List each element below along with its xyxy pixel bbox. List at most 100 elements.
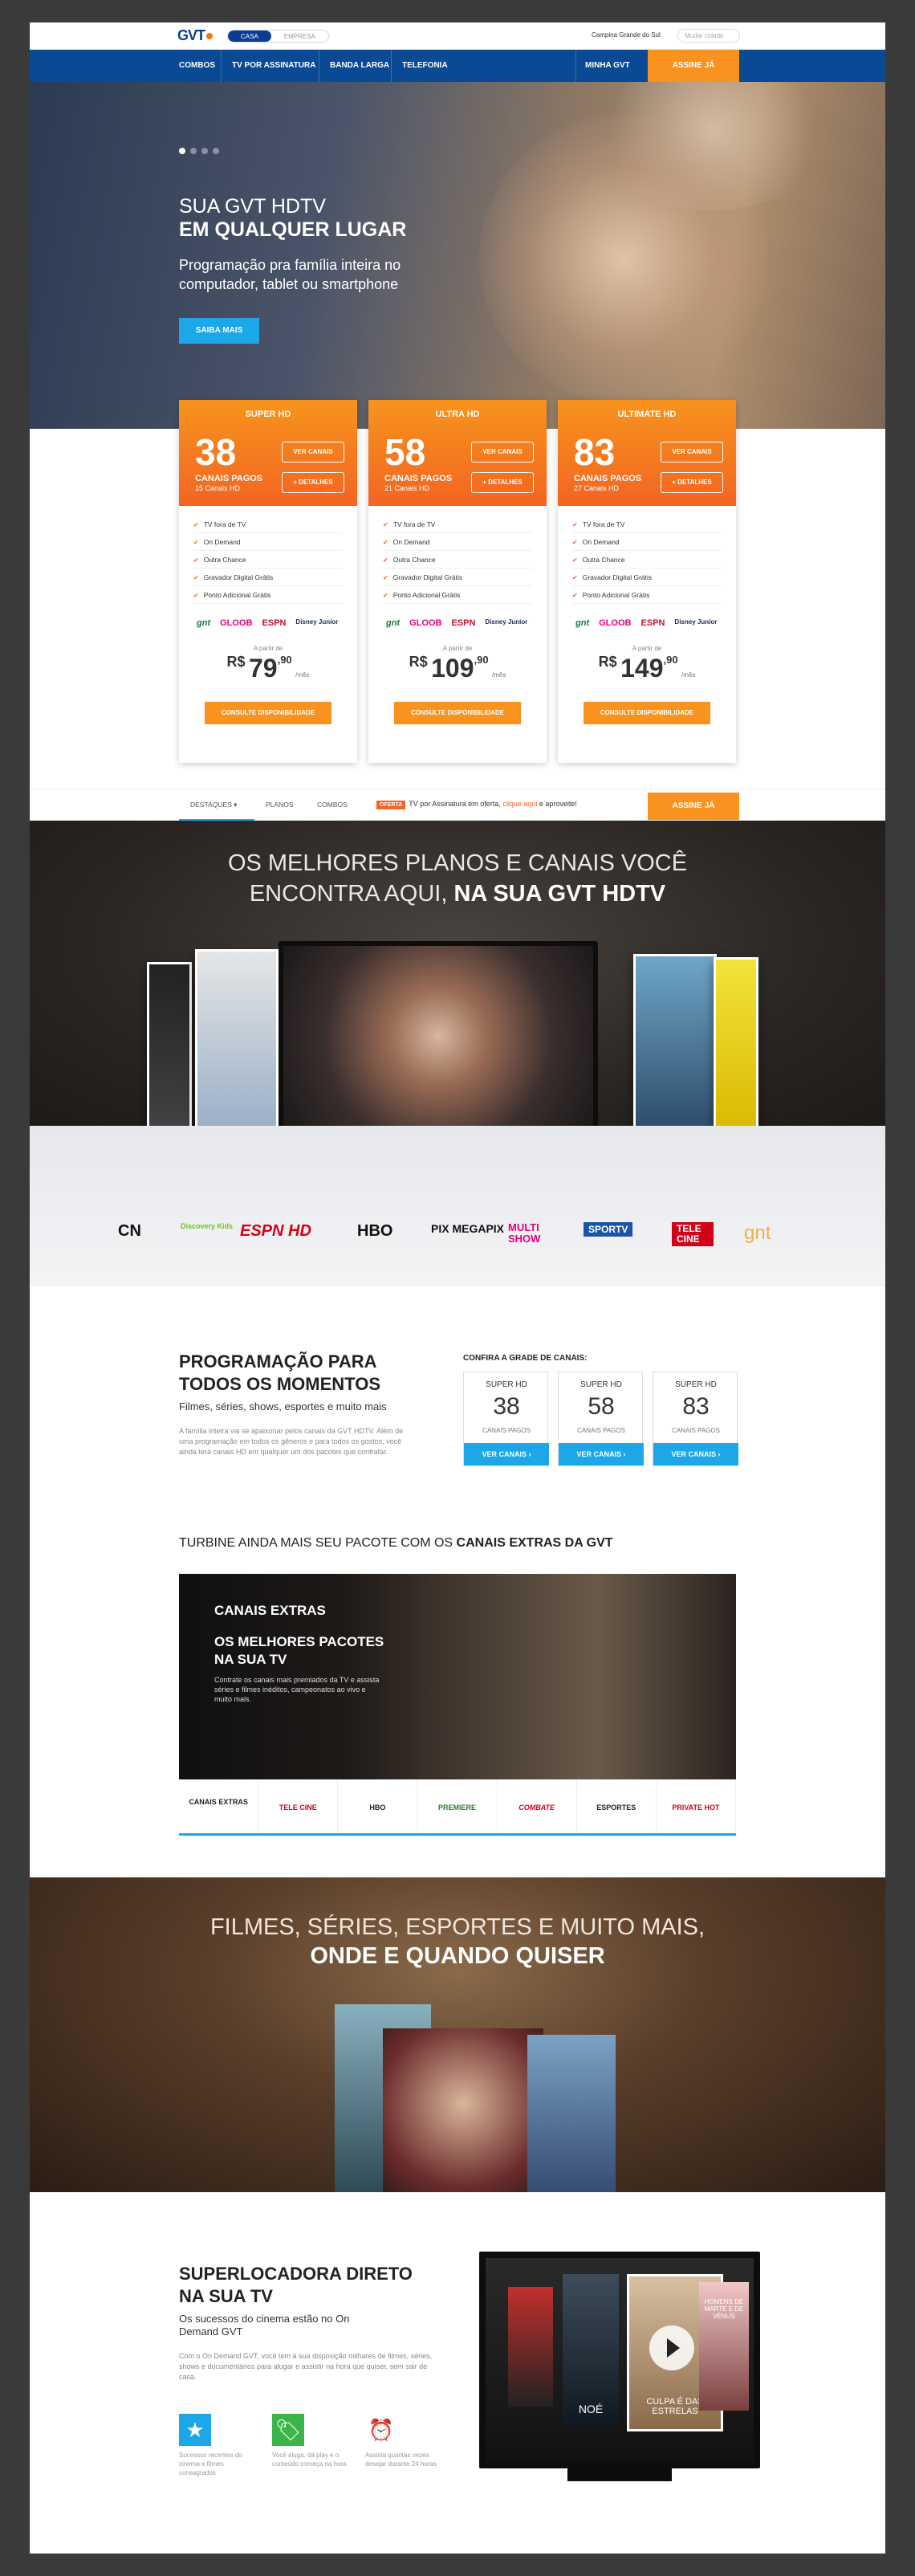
detalhes-button[interactable]: + DETALHES bbox=[661, 472, 723, 493]
superlocadora-description: Com o On Demand GVT, você tem à sua disp… bbox=[179, 2352, 433, 2381]
feature-item: ⏰ Assista quantas vezes desejar durante … bbox=[365, 2414, 445, 2468]
channel-grid-box: SUPER HD 38 CANAIS PAGOS VER CANAIS › bbox=[463, 1372, 549, 1466]
tab-destaques[interactable]: DESTAQUES ▾ bbox=[190, 801, 237, 809]
city-input[interactable]: Mudar cidade bbox=[677, 29, 740, 43]
feature-list: TV fora de TVOn DemandOutra ChanceGravad… bbox=[383, 516, 532, 604]
nav-item-banda-larga[interactable]: BANDA LARGA bbox=[330, 50, 389, 82]
play-icon[interactable] bbox=[649, 2325, 694, 2370]
sub-nav-bar: DESTAQUES ▾ PLANOS COMBOS OFERTA TV por A… bbox=[30, 789, 885, 821]
plan-card: ULTIMATE HD 83 CANAIS PAGOS 27 Canais HD… bbox=[558, 400, 736, 763]
programming-subtitle: Filmes, séries, shows, esportes e muito … bbox=[179, 1400, 387, 1412]
tv-screen bbox=[279, 941, 598, 1126]
channels-showcase: OS MELHORES PLANOS E CANAIS VOCÊ ENCONTRA… bbox=[30, 821, 885, 1126]
movie-poster: NOÉ bbox=[563, 2274, 619, 2427]
channel-grid-box: SUPER HD 83 CANAIS PAGOS VER CANAIS › bbox=[653, 1372, 738, 1466]
plan-name: SUPER HD bbox=[245, 410, 291, 419]
channel-logos: gnt GLOOB ESPN Disney Junior bbox=[386, 618, 528, 628]
top-bar: GVT CASA EMPRESA Campina Grande do Sul M… bbox=[30, 22, 885, 50]
feature-list: TV fora de TVOn DemandOutra ChanceGravad… bbox=[193, 516, 343, 604]
movies-banner: FILMES, SÉRIES, ESPORTES E MUITO MAIS, ON… bbox=[30, 1877, 885, 2192]
tab-canais-extras[interactable]: CANAIS EXTRAS bbox=[179, 1779, 259, 1833]
channel-logos: gnt GLOOB ESPN Disney Junior bbox=[575, 618, 718, 628]
nav-item-minha-gvt[interactable]: MINHA GVT bbox=[585, 50, 630, 82]
programming-section: PROGRAMAÇÃO PARA TODOS OS MOMENTOS Filme… bbox=[30, 1286, 885, 1527]
extras-kicker: CANAIS EXTRAS bbox=[214, 1603, 326, 1618]
tab-premiere[interactable]: PREMIERE bbox=[417, 1779, 498, 1833]
plan-name: ULTRA HD bbox=[435, 410, 480, 419]
segment-switch: CASA EMPRESA bbox=[227, 30, 329, 43]
hero-line1: SUA GVT HDTV bbox=[179, 195, 326, 218]
superlocadora-subtitle: Os sucessos do cinema estão no On Demand… bbox=[179, 2313, 350, 2338]
nav-item-telefonia[interactable]: TELEFONIA bbox=[402, 50, 448, 82]
plans-section: SUPER HD 38 CANAIS PAGOS 15 Canais HD VE… bbox=[179, 400, 736, 763]
plan-price: R$ 109,90 /mês bbox=[409, 654, 506, 683]
segment-empresa[interactable]: EMPRESA bbox=[271, 31, 328, 42]
ver-canais-button[interactable]: VER CANAIS bbox=[661, 442, 723, 463]
plan-card: SUPER HD 38 CANAIS PAGOS 15 Canais HD VE… bbox=[179, 400, 357, 763]
tab-combos[interactable]: COMBOS bbox=[317, 801, 348, 809]
channel-card bbox=[633, 954, 717, 1126]
extras-headline: OS MELHORES PACOTES NA SUA TV bbox=[214, 1634, 384, 1667]
extras-description: Contrate os canais mais premiados da TV … bbox=[214, 1676, 380, 1703]
plan-price: R$ 149,90 /mês bbox=[598, 654, 696, 683]
detalhes-button[interactable]: + DETALHES bbox=[282, 472, 344, 493]
ver-canais-button[interactable]: VER CANAIS bbox=[282, 442, 344, 463]
nav-item-combos[interactable]: COMBOS bbox=[179, 50, 215, 82]
channel-logos: gnt GLOOB ESPN Disney Junior bbox=[197, 618, 339, 628]
plan-hd: 21 Canais HD bbox=[384, 484, 430, 492]
tab-private-hot[interactable]: PRIVATE HOT bbox=[657, 1779, 736, 1833]
hbo-logo: HBO bbox=[357, 1222, 393, 1240]
channel-card bbox=[195, 949, 279, 1126]
channel-logo-strip: CN Discovery Kids ESPN HD HBO PIX MEGAPI… bbox=[30, 1126, 885, 1286]
discovery-kids-logo: Discovery Kids bbox=[181, 1222, 234, 1230]
assine-button-sub[interactable]: ASSINE JÁ bbox=[648, 793, 739, 820]
feature-item: ★ Sucessos recentes do cinema e filmes c… bbox=[179, 2414, 259, 2477]
carousel-dots[interactable] bbox=[179, 148, 219, 154]
plan-count: 83 bbox=[574, 431, 616, 473]
consulte-button[interactable]: CONSULTE DISPONIBILIDADE bbox=[205, 702, 331, 724]
plan-label: CANAIS PAGOS bbox=[574, 474, 642, 483]
telecine-logo: TELE CINE bbox=[672, 1222, 714, 1246]
nav-item-tv[interactable]: TV POR ASSINATURA bbox=[232, 50, 315, 82]
channel-card bbox=[714, 957, 758, 1126]
promo-link[interactable]: clique aqui bbox=[502, 800, 537, 808]
clock-icon: ⏰ bbox=[368, 2418, 395, 2442]
main-nav: COMBOS TV POR ASSINATURA BANDA LARGA TEL… bbox=[30, 50, 885, 82]
feature-item: 🏷 Você aluga, dá play e o conteúdo começ… bbox=[272, 2414, 352, 2468]
movie-poster: HOMENS DE MARTE E DE VÊNUS bbox=[699, 2282, 749, 2411]
feature-list: TV fora de TVOn DemandOutra ChanceGravad… bbox=[572, 516, 722, 604]
showcase-title: OS MELHORES PLANOS E CANAIS VOCÊ ENCONTRA… bbox=[227, 850, 688, 907]
promo-banner: OFERTA TV por Assinatura em oferta, cliqu… bbox=[376, 800, 577, 809]
gnt-logo: gnt bbox=[744, 1222, 771, 1244]
plan-hd: 27 Canais HD bbox=[574, 484, 620, 492]
saiba-mais-button[interactable]: SAIBA MAIS bbox=[179, 318, 259, 344]
star-icon: ★ bbox=[179, 2414, 211, 2446]
hero-banner: SUA GVT HDTV EM QUALQUER LUGAR Programaç… bbox=[30, 82, 885, 429]
hero-line2: EM QUALQUER LUGAR bbox=[179, 218, 407, 241]
tab-telecine[interactable]: TELE CINE bbox=[258, 1779, 339, 1833]
detalhes-button[interactable]: + DETALHES bbox=[471, 472, 534, 493]
programming-description: A família inteira vai se apaixonar pelos… bbox=[179, 1427, 404, 1456]
ver-canais-button[interactable]: VER CANAIS › bbox=[559, 1443, 644, 1465]
consulte-button[interactable]: CONSULTE DISPONIBILIDADE bbox=[394, 702, 521, 724]
programming-title: PROGRAMAÇÃO PARA TODOS OS MOMENTOS bbox=[179, 1351, 380, 1394]
plan-label: CANAIS PAGOS bbox=[384, 474, 453, 483]
assine-button[interactable]: ASSINE JÁ bbox=[648, 50, 739, 82]
extras-panel: CANAIS EXTRAS OS MELHORES PACOTES NA SUA… bbox=[179, 1574, 736, 1836]
ver-canais-button[interactable]: VER CANAIS › bbox=[464, 1443, 549, 1465]
cn-logo: CN bbox=[118, 1222, 141, 1240]
segment-casa[interactable]: CASA bbox=[228, 31, 271, 42]
ver-canais-button[interactable]: VER CANAIS bbox=[471, 442, 534, 463]
tab-combate[interactable]: COMBATE bbox=[498, 1779, 577, 1833]
plan-card: ULTRA HD 58 CANAIS PAGOS 21 Canais HD VE… bbox=[368, 400, 547, 763]
plan-hd: 15 Canais HD bbox=[195, 484, 241, 492]
tab-planos[interactable]: PLANOS bbox=[266, 801, 294, 809]
ver-canais-button[interactable]: VER CANAIS › bbox=[653, 1443, 738, 1465]
region-label: Campina Grande do Sul bbox=[592, 31, 661, 39]
tab-esportes[interactable]: ESPORTES bbox=[577, 1779, 657, 1833]
hero-photo bbox=[479, 114, 768, 403]
consulte-button[interactable]: CONSULTE DISPONIBILIDADE bbox=[584, 702, 710, 724]
tab-hbo[interactable]: HBO bbox=[338, 1779, 418, 1833]
multishow-logo: MULTI SHOW bbox=[508, 1221, 541, 1245]
gvt-logo[interactable]: GVT bbox=[177, 27, 214, 44]
